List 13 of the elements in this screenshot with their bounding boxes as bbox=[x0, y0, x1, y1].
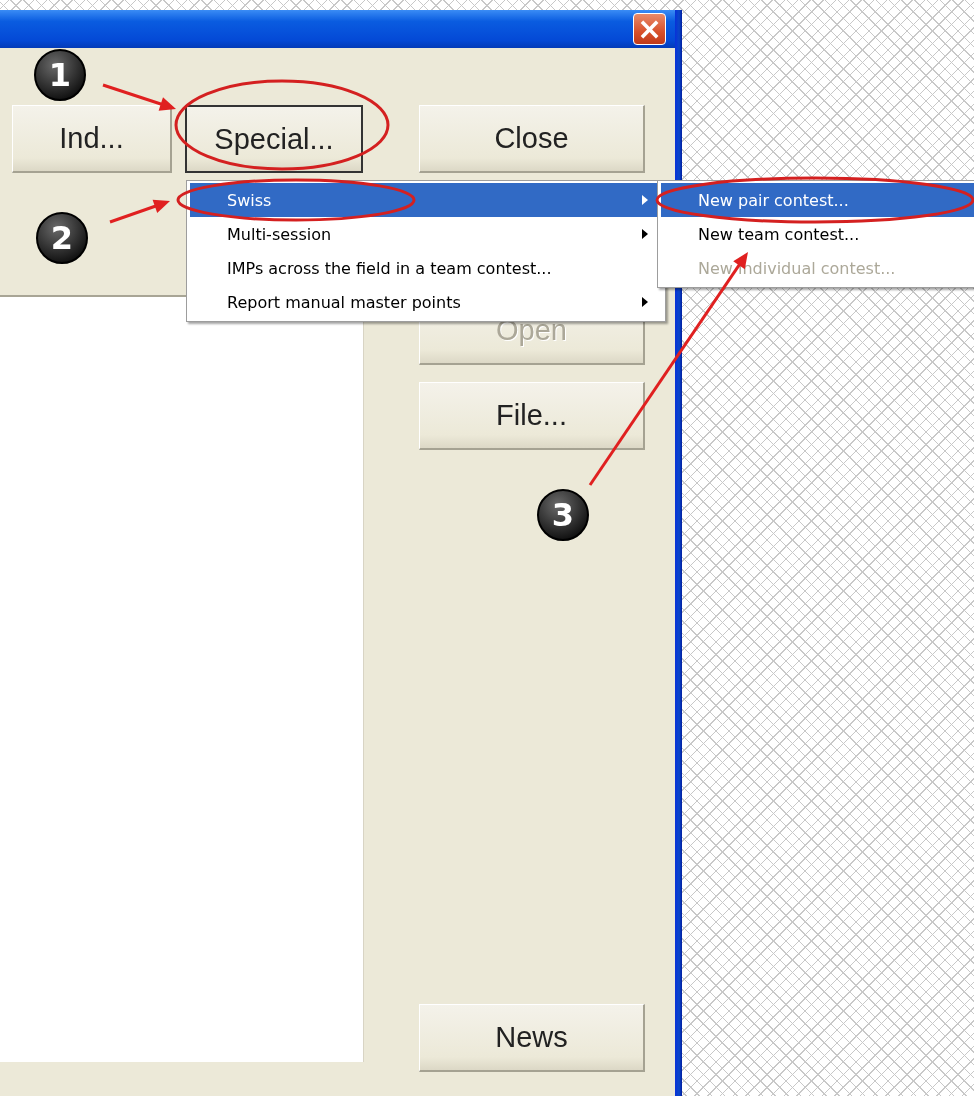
menu-item[interactable]: New team contest... bbox=[661, 217, 974, 251]
dialog-button[interactable]: File... bbox=[419, 382, 645, 450]
dialog-button[interactable]: Ind... bbox=[12, 105, 172, 173]
menu-item[interactable]: New pair contest... bbox=[661, 183, 974, 217]
callout-badge: 3 bbox=[537, 489, 589, 541]
dialog-button[interactable]: Close bbox=[419, 105, 645, 173]
dialog-button[interactable]: News bbox=[419, 1004, 645, 1072]
menu-item[interactable]: Multi-session bbox=[190, 217, 662, 251]
close-button[interactable]: × bbox=[633, 13, 666, 45]
callout-badge: 2 bbox=[36, 212, 88, 264]
arrow bbox=[109, 199, 170, 224]
callout-badge: 1 bbox=[34, 49, 86, 101]
dialog-button[interactable]: Special... bbox=[185, 105, 363, 173]
